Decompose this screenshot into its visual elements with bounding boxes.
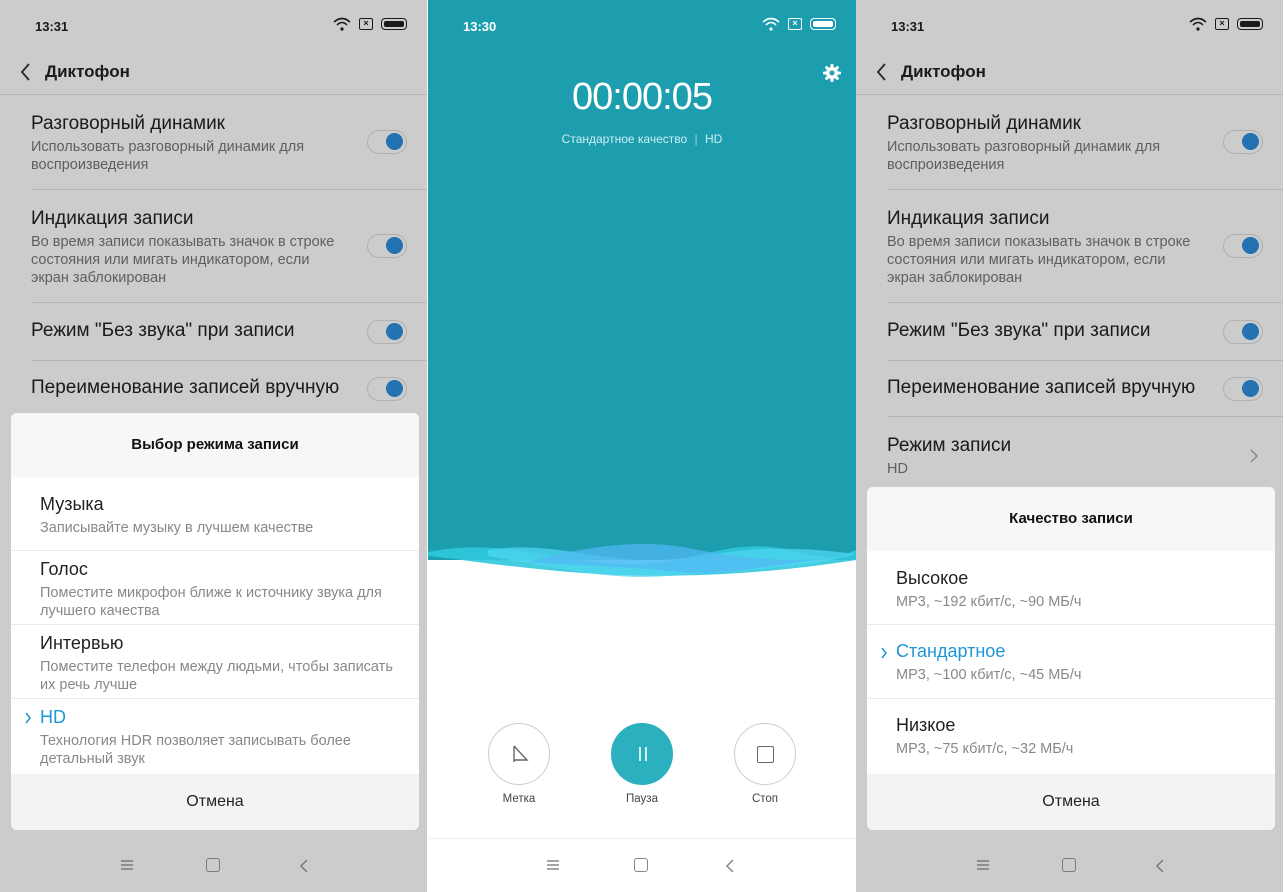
record-mode-sheet: Выбор режима записи Музыка Записывайте м… [11, 413, 419, 830]
menu-icon[interactable] [546, 858, 560, 872]
wifi-icon [762, 17, 780, 31]
selected-chevron-icon [881, 647, 887, 659]
option-subtitle: MP3, ~100 кбит/с, ~45 МБ/ч [896, 667, 1082, 683]
stop-label: Стоп [751, 793, 779, 805]
mode-option-voice[interactable]: Голос Поместите микрофон ближе к источни… [11, 551, 419, 625]
option-title: HD [40, 707, 66, 727]
settings-screen-right: 13:31 × Диктофон Разговорный динамик Исп… [856, 0, 1283, 892]
mark-label: Метка [502, 793, 536, 805]
option-subtitle: Технология HDR позволяет записывать боле… [40, 733, 351, 767]
recording-timer: 00:00:05 [572, 76, 713, 118]
quality-option-low[interactable]: Низкое MP3, ~75 кбит/с, ~32 МБ/ч [867, 699, 1275, 773]
quality-text: Стандартное качество [561, 132, 688, 146]
recorder-screen: 13:30 × 00:00:05 Стандартное качество | … [428, 0, 856, 892]
option-title: Стандартное [896, 641, 1006, 661]
pause-button[interactable] [611, 723, 673, 785]
cancel-button[interactable]: Отмена [867, 774, 1275, 830]
home-icon[interactable] [634, 858, 648, 872]
waveform-visual [428, 539, 856, 600]
option-subtitle: MP3, ~75 кбит/с, ~32 МБ/ч [896, 741, 1074, 757]
mode-option-interview[interactable]: Интервью Поместите телефон между людьми,… [11, 625, 419, 699]
sheet-title: Качество записи [867, 487, 1275, 551]
cancel-button[interactable]: Отмена [11, 774, 419, 830]
mode-option-music[interactable]: Музыка Записывайте музыку в лучшем качес… [11, 477, 419, 551]
quality-option-high[interactable]: Высокое MP3, ~192 кбит/с, ~90 МБ/ч [867, 551, 1275, 625]
option-title: Музыка [40, 494, 104, 514]
sheet-title: Выбор режима записи [11, 413, 419, 477]
stop-icon [757, 746, 774, 763]
nav-back-icon[interactable] [724, 858, 736, 874]
settings-screen-left: 13:31 × Диктофон Разговорный динамик Исп… [0, 0, 427, 892]
option-subtitle: Поместите микрофон ближе к источнику зву… [40, 585, 382, 619]
status-time: 13:30 [463, 19, 497, 34]
selected-chevron-icon [25, 712, 31, 724]
no-sim-icon: × [788, 18, 802, 30]
flag-icon [513, 745, 529, 762]
stop-button[interactable] [734, 723, 796, 785]
status-bar: 13:30 × [428, 0, 856, 52]
quality-separator: | [694, 132, 698, 146]
pause-icon [639, 747, 647, 761]
quality-option-standard[interactable]: Стандартное MP3, ~100 кбит/с, ~45 МБ/ч [867, 625, 1275, 699]
option-title: Голос [40, 559, 88, 579]
system-nav-bar [428, 840, 856, 892]
option-title: Высокое [896, 568, 969, 588]
quality-hd: HD [704, 132, 723, 146]
quality-label: Стандартное качество | HD [428, 132, 856, 146]
mode-option-hd[interactable]: HD Технология HDR позволяет записывать б… [11, 699, 419, 773]
option-title: Низкое [896, 715, 956, 735]
battery-icon [810, 18, 836, 30]
option-subtitle: Записывайте музыку в лучшем качестве [40, 520, 314, 536]
quality-sheet: Качество записи Высокое MP3, ~192 кбит/с… [867, 487, 1275, 830]
option-subtitle: MP3, ~192 кбит/с, ~90 МБ/ч [896, 594, 1082, 610]
pause-label: Пауза [626, 793, 658, 805]
option-subtitle: Поместите телефон между людьми, чтобы за… [40, 659, 393, 693]
navbar-divider [428, 838, 856, 839]
option-title: Интервью [40, 633, 124, 653]
mark-button[interactable] [488, 723, 550, 785]
